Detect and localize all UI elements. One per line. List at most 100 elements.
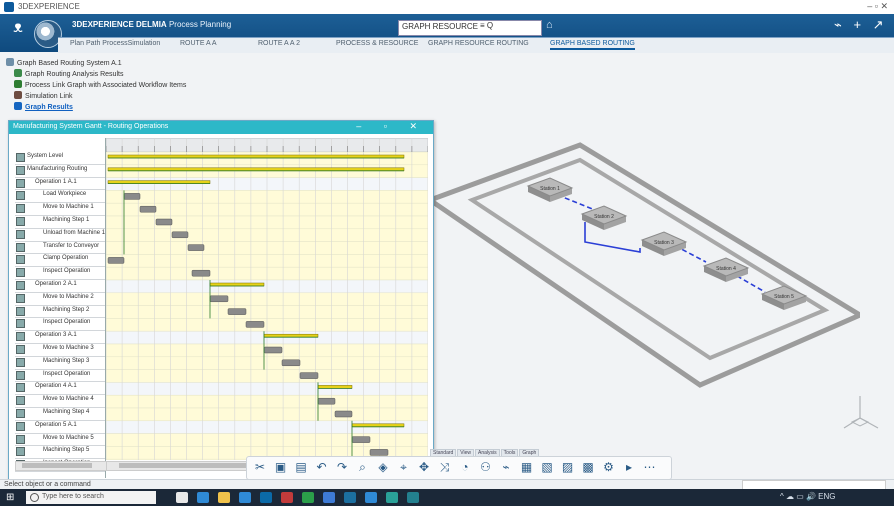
- gantt-row-label[interactable]: Move to Machine 5: [15, 434, 105, 447]
- station-5[interactable]: Station 5: [760, 285, 808, 310]
- tree-node-icon: [14, 102, 22, 110]
- gantt-row-label[interactable]: Unload from Machine 1: [15, 229, 105, 242]
- gantt-chart[interactable]: [106, 138, 428, 460]
- gantt-row-label[interactable]: Operation 5 A.1: [15, 421, 105, 434]
- gantt-row-label[interactable]: Machining Step 1: [15, 216, 105, 229]
- task-bar: [227, 308, 247, 315]
- taskbar-app-icon[interactable]: [386, 492, 398, 503]
- taskbar-app-icon[interactable]: [323, 492, 335, 503]
- redo-icon[interactable]: ↷: [335, 460, 349, 474]
- undo-icon[interactable]: ↶: [315, 460, 329, 474]
- gantt-row-label[interactable]: System Level: [15, 152, 105, 165]
- taskbar-app-icon[interactable]: [260, 492, 272, 503]
- grid-icon[interactable]: ▧: [540, 460, 554, 474]
- scroll-thumb[interactable]: [22, 463, 92, 468]
- gantt-row-label[interactable]: Inspect Operation: [15, 370, 105, 383]
- taskbar-app-icon[interactable]: [344, 492, 356, 503]
- paste-icon[interactable]: ▤: [294, 460, 308, 474]
- tree-node[interactable]: Process Link Graph with Associated Workf…: [14, 80, 186, 89]
- operation-icon: [16, 255, 25, 265]
- operation-icon: [16, 204, 25, 214]
- gantt-window[interactable]: Manufacturing System Gantt - Routing Ope…: [8, 120, 434, 486]
- copy-icon[interactable]: ▣: [274, 460, 288, 474]
- search-icon: [30, 493, 39, 502]
- tree-node[interactable]: Graph Routing Analysis Results: [14, 69, 123, 78]
- taskbar-app-icon[interactable]: [302, 492, 314, 503]
- gantt-row-text: Unload from Machine 1: [43, 229, 105, 236]
- tag-icon[interactable]: ⌂: [546, 19, 553, 31]
- more-icon[interactable]: ⋯: [643, 460, 657, 474]
- gantt-window-controls[interactable]: – ▫ ✕: [356, 121, 427, 132]
- cut-icon[interactable]: ✂: [253, 460, 267, 474]
- gantt-row-label[interactable]: Move to Machine 4: [15, 395, 105, 408]
- settings-icon[interactable]: ⚙: [602, 460, 616, 474]
- panel-icon[interactable]: ▩: [581, 460, 595, 474]
- tab-item[interactable]: GRAPH RESOURCE ROUTING: [428, 40, 529, 47]
- operation-icon: [16, 345, 25, 354]
- gantt-row-label[interactable]: Move to Machine 2: [15, 293, 105, 306]
- taskbar-app-icon[interactable]: [218, 492, 230, 503]
- route-icon[interactable]: ⌁: [499, 460, 513, 474]
- tab-item[interactable]: ROUTE A A: [180, 40, 217, 47]
- station-4[interactable]: Station 4: [702, 257, 750, 282]
- station-label: Station 4: [716, 266, 736, 272]
- tab-item[interactable]: Plan Path ProcessSimulation: [70, 40, 160, 47]
- play-icon[interactable]: ▸: [622, 460, 636, 474]
- taskbar-app-icon[interactable]: [407, 492, 419, 503]
- gantt-row-label[interactable]: Operation 3 A.1: [15, 331, 105, 344]
- gantt-row-text: Inspect Operation: [43, 268, 91, 275]
- search-input[interactable]: GRAPH RESOURCE: [398, 20, 542, 36]
- link-icon[interactable]: ⚇: [479, 460, 493, 474]
- 3ds-logo-icon[interactable]: ᴥ: [8, 18, 28, 38]
- gantt-row-label[interactable]: Operation 2 A.1: [15, 280, 105, 293]
- gantt-row-label[interactable]: Operation 1 A.1: [15, 178, 105, 191]
- gantt-row-label[interactable]: Move to Machine 1: [15, 203, 105, 216]
- snap-icon[interactable]: ⌖: [397, 460, 411, 474]
- gantt-row-label[interactable]: Inspect Operation: [15, 318, 105, 332]
- window-controls[interactable]: – ▫ ✕: [867, 1, 888, 12]
- layer-icon[interactable]: ▨: [561, 460, 575, 474]
- tree-node[interactable]: Simulation Link: [14, 91, 72, 100]
- gantt-row-label[interactable]: Operation 4 A.1: [15, 382, 105, 396]
- tab-item[interactable]: GRAPH BASED ROUTING: [550, 40, 635, 50]
- view-cube-icon[interactable]: ◈: [376, 460, 390, 474]
- gantt-title-bar[interactable]: Manufacturing System Gantt - Routing Ope…: [9, 121, 433, 134]
- taskbar-app-icon[interactable]: [239, 492, 251, 503]
- search-buttons[interactable]: ≡ Q: [480, 21, 493, 30]
- gantt-row-label[interactable]: Transfer to Conveyor: [15, 242, 105, 255]
- taskbar-search[interactable]: Type here to search: [26, 491, 156, 504]
- gantt-row-label[interactable]: Move to Machine 3: [15, 344, 105, 357]
- search-tool-icon[interactable]: ⌕: [356, 460, 370, 474]
- tab-item[interactable]: ROUTE A A 2: [258, 40, 300, 47]
- gantt-row-label[interactable]: Manufacturing Routing: [15, 165, 105, 178]
- operation-icon: [16, 281, 25, 290]
- gantt-row-label[interactable]: Inspect Operation: [15, 267, 105, 280]
- gantt-row-label[interactable]: Machining Step 2: [15, 306, 105, 319]
- operation-icon: [16, 383, 25, 393]
- station-2[interactable]: Station 2: [580, 205, 628, 230]
- gantt-row-label[interactable]: Machining Step 3: [15, 357, 105, 370]
- taskbar-app-icon[interactable]: [197, 492, 209, 503]
- gantt-row-label[interactable]: Machining Step 4: [15, 408, 105, 421]
- measure-icon[interactable]: ◔: [458, 460, 472, 474]
- gantt-row-label[interactable]: Load Workpiece: [15, 190, 105, 204]
- rotate-icon[interactable]: ⤨: [438, 460, 452, 474]
- ribbon-right-icons[interactable]: ⌁ + ↗ ⟳: [834, 17, 894, 33]
- tree-node[interactable]: Graph Results: [14, 102, 73, 111]
- station-3[interactable]: Station 3: [640, 231, 688, 256]
- system-tray[interactable]: ^ ☁ ▭ 🔊 ENG: [780, 492, 836, 501]
- gantt-row-label[interactable]: Clamp Operation: [15, 254, 105, 268]
- gantt-row-label[interactable]: Machining Step 5: [15, 446, 105, 460]
- operation-icon: [16, 447, 25, 457]
- taskbar-app-icon[interactable]: [365, 492, 377, 503]
- tab-item[interactable]: PROCESS & RESOURCE: [336, 40, 418, 47]
- 3d-viewport[interactable]: Station 1 Station 2 Station 3 Station 4 Stat…: [430, 130, 860, 400]
- taskbar-app-icon[interactable]: [281, 492, 293, 503]
- taskbar-app-icon[interactable]: [176, 492, 188, 503]
- tree-node[interactable]: Graph Based Routing System A.1: [6, 58, 122, 67]
- windows-start-icon[interactable]: ⊞: [6, 493, 16, 503]
- axis-triad-icon[interactable]: [838, 392, 882, 436]
- label-scrollbar[interactable]: [15, 461, 107, 471]
- table-icon[interactable]: ▦: [520, 460, 534, 474]
- move-icon[interactable]: ✥: [417, 460, 431, 474]
